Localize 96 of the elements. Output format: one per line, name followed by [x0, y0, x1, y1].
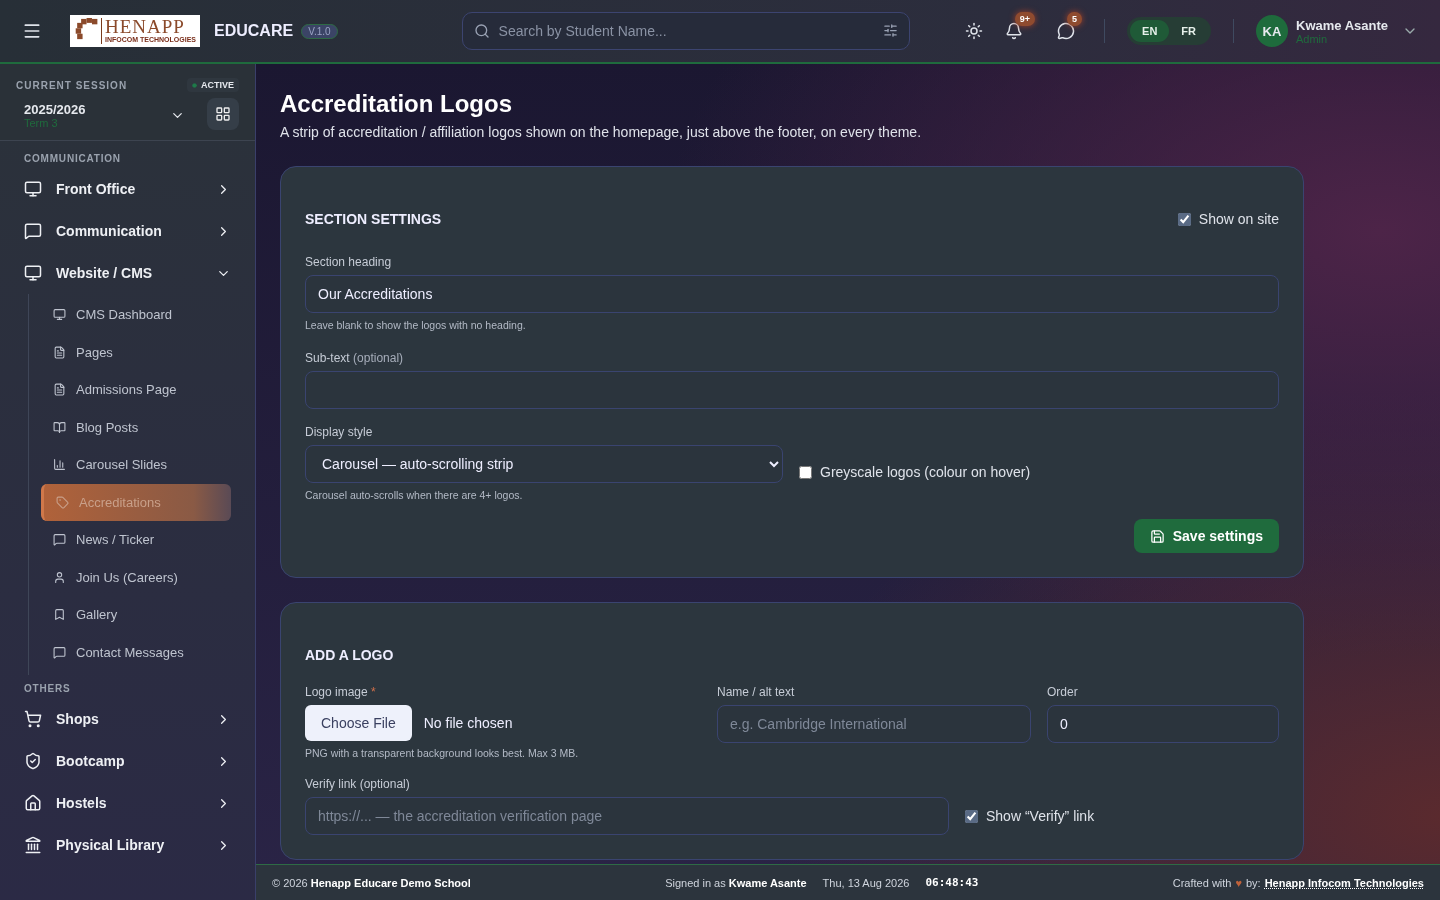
- crafted-text: by:: [1246, 876, 1261, 889]
- app-name: EDUCARE: [214, 22, 294, 40]
- status-dot-icon: [192, 82, 197, 88]
- user-avatar[interactable]: KA: [1256, 15, 1288, 47]
- field-label: Order: [1047, 685, 1079, 699]
- field-label: Display style: [305, 425, 374, 439]
- save-button[interactable]: Save settings: [1133, 519, 1279, 553]
- show-verify-checkbox[interactable]: [965, 809, 978, 823]
- sidebar-subitem[interactable]: Blog Posts: [41, 408, 231, 446]
- search-icon: [473, 23, 490, 39]
- page-subtitle: A strip of accreditation / affiliation logos shown on the homepage, just above the footer, on every theme.: [280, 124, 923, 140]
- field-label: Logo image *: [305, 685, 377, 699]
- bank-icon: [24, 836, 42, 854]
- field-label: Name / alt text: [717, 685, 796, 699]
- session-label: CURRENT SESSION: [16, 79, 128, 91]
- cart-icon: [24, 710, 42, 728]
- search-field[interactable]: Search by Student Name...: [461, 12, 910, 50]
- bar-chart-icon: [53, 458, 66, 472]
- date-text: Thu, 13 Aug 2026: [822, 876, 910, 889]
- message-count: 5: [1067, 12, 1083, 26]
- language-button[interactable]: FR: [1169, 20, 1208, 42]
- sidebar-subitem[interactable]: Join Us (Careers): [41, 558, 231, 596]
- file-icon: [53, 345, 66, 359]
- sidebar-subitem[interactable]: News / Ticker: [41, 521, 231, 559]
- house-icon: [24, 794, 42, 812]
- chat-icon[interactable]: [1057, 22, 1076, 40]
- sidebar-item[interactable]: Shops: [24, 698, 231, 740]
- field-label: Verify link (optional): [305, 777, 411, 791]
- filter-icon[interactable]: [882, 23, 898, 38]
- monitor-icon: [24, 180, 42, 198]
- help-text: PNG with a transparent background looks best. Max 3 MB.: [305, 747, 580, 759]
- help-text: Leave blank to show the logos with no heading.: [305, 319, 527, 331]
- verify-link-field[interactable]: https://... — the accreditation verification page: [305, 797, 949, 835]
- heart-icon: ♥: [1235, 876, 1242, 889]
- sidebar-subitem[interactable]: CMS Dashboard: [41, 296, 231, 334]
- user-name: Kwame Asante: [1296, 17, 1388, 33]
- sidebar-item[interactable]: Website / CMS: [24, 252, 231, 294]
- signed-in-text: Signed in as Kwame Asante: [665, 876, 807, 889]
- user-icon: [53, 570, 66, 584]
- checkbox-label: Show “Verify” link: [986, 808, 1095, 824]
- show-on-site-checkbox[interactable]: [1177, 212, 1191, 226]
- monitor-icon: [53, 308, 66, 322]
- card-title: SECTION SETTINGS: [305, 211, 442, 227]
- field-label: Sub-text (optional): [305, 351, 405, 365]
- section-heading: COMMUNICATION: [24, 152, 122, 166]
- session-select[interactable]: 2025/2026 Term 3: [16, 93, 195, 129]
- sidebar-subitem[interactable]: Gallery: [41, 596, 231, 634]
- chat-icon: [53, 645, 66, 659]
- sidebar-item[interactable]: Front Office: [24, 168, 231, 210]
- tag-icon: [56, 495, 69, 509]
- sidebar-subitem[interactable]: Carousel Slides: [41, 446, 231, 484]
- theme-icon[interactable]: [964, 22, 983, 40]
- grid-button[interactable]: [207, 98, 239, 130]
- file-icon: [53, 383, 66, 397]
- copyright-text: © 2026 Henapp Educare Demo School: [272, 876, 471, 889]
- name-field[interactable]: e.g. Cambridge International: [717, 705, 1031, 743]
- checkbox-label: Show on site: [1198, 211, 1279, 227]
- company-link[interactable]: Henapp Infocom Technologies: [1264, 876, 1424, 889]
- clock-text: 06:48:43: [925, 876, 979, 889]
- version-badge: V.1.0: [301, 23, 338, 39]
- sidebar-subitem[interactable]: Pages: [41, 333, 231, 371]
- book-icon: [53, 420, 66, 434]
- sidebar-subitem[interactable]: Admissions Page: [41, 371, 231, 409]
- sidebar-item[interactable]: Communication: [24, 210, 231, 252]
- save-icon: [1149, 528, 1165, 544]
- language-button[interactable]: EN: [1130, 20, 1170, 42]
- file-status: No file chosen: [423, 715, 513, 731]
- crafted-text: Crafted with: [1172, 876, 1232, 889]
- shield-icon: [24, 752, 42, 770]
- subtext-field[interactable]: [305, 371, 1279, 409]
- help-text: Carousel auto-scrolls when there are 4+ logos.: [305, 489, 524, 501]
- monitor-icon: [24, 264, 42, 282]
- notification-count: 9+: [1014, 12, 1036, 26]
- bell-icon[interactable]: [1004, 22, 1023, 40]
- display-style-select[interactable]: Carousel — auto-scrolling strip: [305, 445, 783, 483]
- checkbox-label: Greyscale logos (colour on hover): [820, 464, 1031, 480]
- chat-icon: [24, 222, 42, 240]
- logo-name: HENAPP: [105, 18, 186, 36]
- status-badge: ACTIVE: [187, 78, 239, 92]
- sidebar-item[interactable]: Bootcamp: [24, 740, 231, 782]
- card-title: ADD A LOGO: [305, 647, 395, 663]
- greyscale-checkbox[interactable]: [799, 465, 812, 479]
- heading-field[interactable]: Our Accreditations: [305, 275, 1279, 313]
- sidebar-item[interactable]: Hostels: [24, 782, 231, 824]
- order-field[interactable]: 0: [1047, 705, 1279, 743]
- menu-icon[interactable]: [22, 21, 42, 41]
- bookmark-icon: [53, 608, 66, 622]
- section-heading: OTHERS: [24, 682, 72, 696]
- field-label: Section heading: [305, 255, 393, 269]
- user-role: Admin: [1296, 32, 1329, 45]
- grid-icon: [215, 106, 231, 122]
- page-title: Accreditation Logos: [280, 90, 514, 118]
- chat-icon: [53, 533, 66, 547]
- choose-file-button[interactable]: Choose File: [305, 705, 412, 741]
- sidebar-subitem[interactable]: Contact Messages: [41, 633, 231, 671]
- sidebar-item[interactable]: Physical Library: [24, 824, 231, 866]
